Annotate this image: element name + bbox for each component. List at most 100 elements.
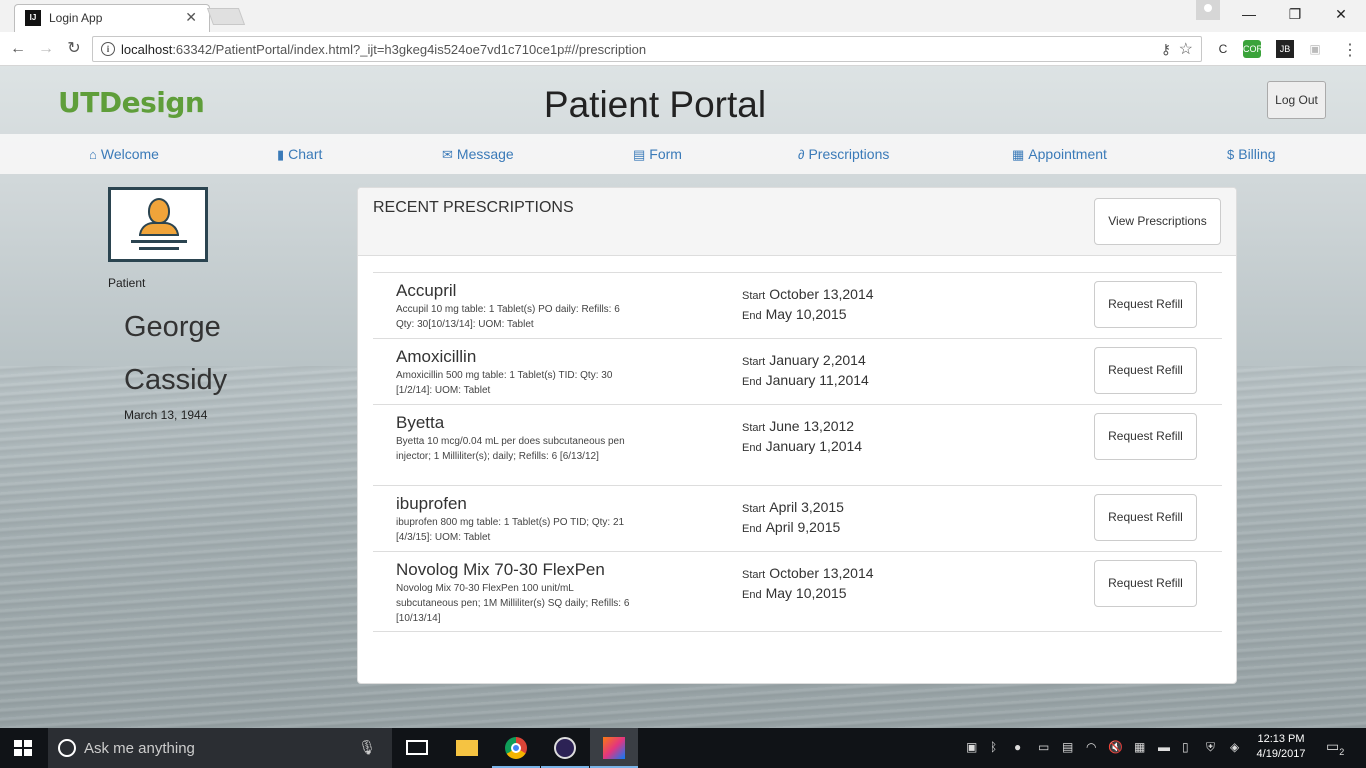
chrome-icon[interactable] [492,728,540,768]
cors-extension-icon[interactable]: CORS [1243,40,1269,58]
extension-disabled-icon[interactable]: ▣ [1306,40,1324,58]
windows-start-icon[interactable] [14,740,32,756]
start-date: Start January 2,2014 [742,352,866,368]
nav-chart[interactable]: ▮ Chart [277,146,322,163]
nav-prescriptions[interactable]: ∂ Prescriptions [798,146,889,162]
tray-red-icon[interactable]: ◈ [1230,740,1239,754]
nav-billing[interactable]: $ Billing [1227,146,1276,162]
end-date: End May 10,2015 [742,585,847,601]
back-icon[interactable]: ← [6,38,30,60]
drug-name: Byetta [396,413,445,432]
restore-icon[interactable]: ❐ [1280,4,1310,24]
browser-tab[interactable]: IJ Login App ✕ [14,4,210,32]
profile-icon[interactable] [1196,0,1220,20]
calendar-icon: ▦ [1012,147,1025,162]
drug-description: ibuprofen 800 mg table: 1 Tablet(s) PO T… [396,517,625,543]
request-refill-button[interactable]: Request Refill [1094,494,1197,541]
intellij-icon[interactable] [590,728,638,768]
browser-tab-bar: IJ Login App ✕ — ❐ ✕ [0,0,1366,32]
bookmark-star-icon[interactable]: ☆ [1179,39,1193,59]
envelope-icon: ✉ [442,147,453,162]
address-bar[interactable]: i localhost:63342/PatientPortal/index.ht… [92,36,1202,62]
panel-title: RECENT PRESCRIPTIONS [373,199,574,216]
nav-message[interactable]: ✉ Message [442,146,514,163]
shield-icon[interactable]: ⛨ [1206,740,1215,755]
file-explorer-icon[interactable] [442,728,490,768]
patient-avatar-icon [108,187,208,262]
clock-time: 12:13 PM [1257,733,1305,745]
patient-dob: March 13, 1944 [124,408,208,422]
view-prescriptions-button[interactable]: View Prescriptions [1094,198,1221,245]
tray-window-icon[interactable]: ▤ [1062,740,1073,754]
prescriptions-panel: RECENT PRESCRIPTIONS View Prescriptions … [357,187,1237,684]
nav-welcome[interactable]: ⌂ Welcome [89,146,159,162]
end-date: End April 9,2015 [742,519,841,535]
microphone-icon[interactable]: 🎙 [358,739,376,756]
minimize-icon[interactable]: — [1234,4,1264,24]
patient-first-name: George [124,311,221,343]
browser-menu-icon[interactable]: ⋮ [1342,40,1358,60]
url-text[interactable]: localhost:63342/PatientPortal/index.html… [121,42,646,57]
nvidia-icon[interactable]: ▬ [1158,740,1170,754]
dollar-icon: $ [1227,147,1235,162]
tray-app-icon[interactable]: ▣ [966,740,977,754]
bluetooth-icon[interactable]: ᛒ [990,740,997,754]
cortana-icon [58,739,76,757]
extension-c-icon[interactable]: C [1214,40,1232,58]
list-divider [373,631,1222,632]
battery-icon[interactable]: ▭ [1038,740,1049,754]
panel-heading: RECENT PRESCRIPTIONS View Prescriptions [358,188,1236,256]
start-date: Start June 13,2012 [742,418,855,434]
prescription-row: Byetta Byetta 10 mcg/0.04 mL per does su… [373,404,1222,485]
browser-toolbar: ← → ↻ i localhost:63342/PatientPortal/in… [0,32,1366,66]
usb-icon[interactable]: ▯ [1182,740,1189,754]
end-date: End May 10,2015 [742,306,847,322]
taskbar-clock[interactable]: 12:13 PM 4/19/2017 [1250,732,1312,762]
nav-appointment[interactable]: ▦ Appointment [1012,146,1107,163]
logout-button[interactable]: Log Out [1267,81,1326,119]
jetbrains-extension-icon[interactable]: JB [1276,40,1294,58]
end-date: End January 11,2014 [742,372,869,388]
wifi-icon[interactable]: ◠ [1086,740,1096,754]
page-title: Patient Portal [543,84,767,125]
forward-icon[interactable]: → [34,38,58,60]
request-refill-button[interactable]: Request Refill [1094,281,1197,328]
action-center-icon[interactable]: ▭2 [1326,738,1344,757]
bar-chart-icon: ▮ [277,147,285,162]
drug-name: Accupril [396,281,457,300]
file-icon: ▤ [633,147,646,162]
new-tab-button[interactable] [206,8,246,25]
end-date: End January 1,2014 [742,438,863,454]
drug-description: Accupil 10 mg table: 1 Tablet(s) PO dail… [396,304,620,330]
request-refill-button[interactable]: Request Refill [1094,560,1197,607]
prescription-row: Novolog Mix 70-30 FlexPen Novolog Mix 70… [373,551,1222,631]
tray-globe-icon[interactable]: ● [1014,740,1021,754]
drug-description: Byetta 10 mcg/0.04 mL per does subcutane… [396,436,625,462]
windows-taskbar: Ask me anything 🎙 ▣ ᛒ ● ▭ ▤ ◠ 🔇 ▦ ▬ ▯ ⛨ … [0,728,1366,768]
tab-title: Login App [49,11,103,25]
prescription-row: ibuprofen ibuprofen 800 mg table: 1 Tabl… [373,485,1222,551]
eclipse-icon[interactable] [541,728,589,768]
key-icon[interactable]: ⚷ [1161,41,1171,58]
start-date: Start October 13,2014 [742,286,874,302]
reload-icon[interactable]: ↻ [62,38,86,60]
request-refill-button[interactable]: Request Refill [1094,347,1197,394]
search-placeholder: Ask me anything [84,740,195,757]
patient-last-name: Cassidy [124,364,228,396]
drug-description: Novolog Mix 70-30 FlexPen 100 unit/mL su… [396,583,630,624]
prescription-row: Amoxicillin Amoxicillin 500 mg table: 1 … [373,338,1222,404]
page-body: UTDesign Patient Portal Log Out ⌂ Welcome… [0,66,1366,728]
close-tab-icon[interactable]: ✕ [185,9,197,26]
drug-name: Novolog Mix 70-30 FlexPen [396,560,605,579]
close-window-icon[interactable]: ✕ [1326,4,1356,24]
task-view-icon[interactable] [394,728,442,768]
info-icon[interactable]: i [101,42,115,56]
volume-muted-icon[interactable]: 🔇 [1108,740,1123,754]
prescription-row: Accupril Accupil 10 mg table: 1 Tablet(s… [373,272,1222,338]
nav-form[interactable]: ▤ Form [633,146,682,163]
keyboard-icon[interactable]: ▦ [1134,740,1145,754]
drug-name: ibuprofen [396,494,467,513]
request-refill-button[interactable]: Request Refill [1094,413,1197,460]
start-date: Start October 13,2014 [742,565,874,581]
cortana-search-box[interactable]: Ask me anything 🎙 [48,728,392,768]
